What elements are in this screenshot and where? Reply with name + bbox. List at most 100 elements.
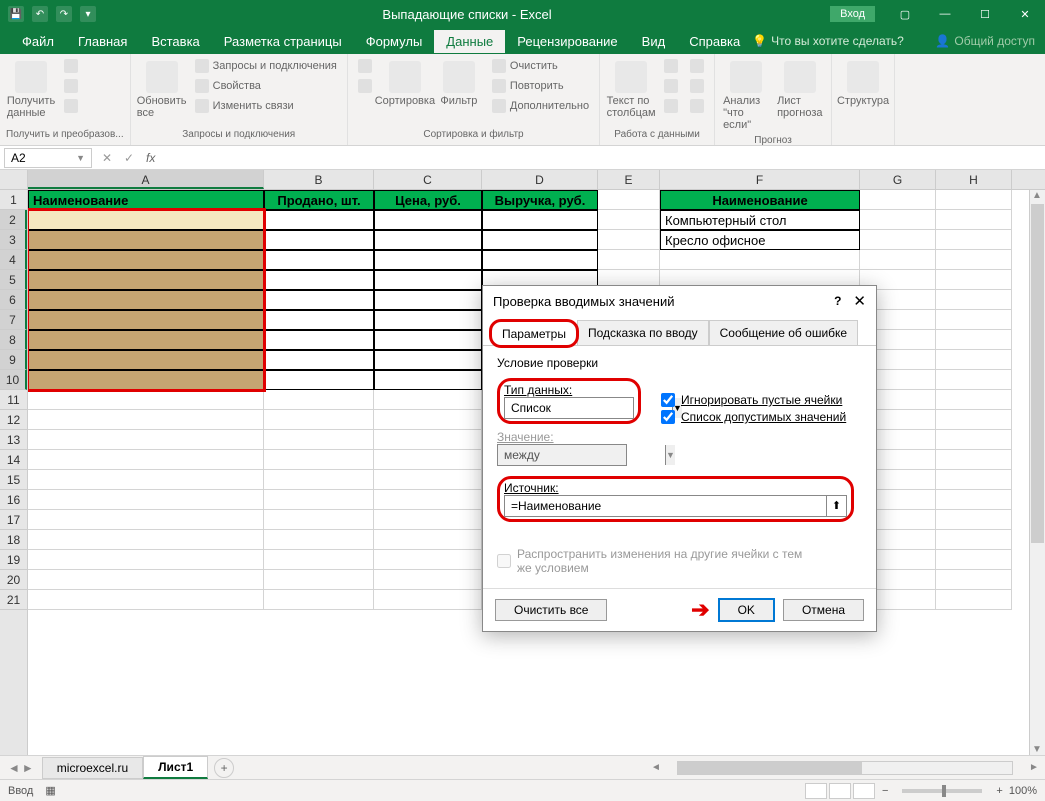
cell[interactable]: [374, 590, 482, 610]
tab-help[interactable]: Справка: [677, 30, 752, 53]
cell[interactable]: [28, 590, 264, 610]
cancel-formula-icon[interactable]: ✕: [96, 151, 118, 165]
cell[interactable]: [936, 290, 1012, 310]
cell[interactable]: [936, 350, 1012, 370]
row-header[interactable]: 16: [0, 490, 27, 510]
sort-za-button[interactable]: [354, 77, 376, 95]
from-text-button[interactable]: [60, 57, 82, 75]
cell[interactable]: Продано, шт.: [264, 190, 374, 210]
cell[interactable]: [374, 250, 482, 270]
row-header[interactable]: 3: [0, 230, 27, 250]
cell[interactable]: [28, 490, 264, 510]
redo-icon[interactable]: ↷: [56, 6, 72, 22]
cell[interactable]: [264, 330, 374, 350]
cell[interactable]: [264, 310, 374, 330]
range-picker-icon[interactable]: ⬆: [826, 496, 846, 516]
cell[interactable]: [28, 210, 264, 230]
cell[interactable]: [264, 410, 374, 430]
sheet-nav-prev-icon[interactable]: ◄: [8, 761, 20, 775]
cell[interactable]: [936, 370, 1012, 390]
login-button[interactable]: Вход: [830, 6, 875, 22]
cell[interactable]: [264, 270, 374, 290]
chevron-down-icon[interactable]: ▼: [76, 153, 85, 163]
cell[interactable]: Наименование: [28, 190, 264, 210]
cell[interactable]: [28, 330, 264, 350]
cell[interactable]: [264, 470, 374, 490]
column-header[interactable]: H: [936, 170, 1012, 189]
cell[interactable]: [374, 230, 482, 250]
cell[interactable]: [264, 570, 374, 590]
scroll-right-icon[interactable]: ►: [1027, 762, 1041, 773]
scroll-up-icon[interactable]: ▲: [1030, 190, 1044, 201]
cell[interactable]: [264, 290, 374, 310]
scrollbar-thumb[interactable]: [1031, 204, 1044, 543]
cell[interactable]: [264, 450, 374, 470]
cell[interactable]: [598, 250, 660, 270]
normal-view-button[interactable]: [805, 783, 827, 799]
row-header[interactable]: 8: [0, 330, 27, 350]
row-header[interactable]: 12: [0, 410, 27, 430]
share-button[interactable]: 👤 Общий доступ: [935, 34, 1035, 48]
cell[interactable]: [28, 250, 264, 270]
cell[interactable]: [936, 270, 1012, 290]
reapply-button[interactable]: Повторить: [488, 77, 593, 95]
zoom-slider[interactable]: [902, 789, 982, 793]
cell[interactable]: [28, 370, 264, 390]
row-header[interactable]: 11: [0, 390, 27, 410]
from-web-button[interactable]: [60, 77, 82, 95]
remove-dup-button[interactable]: [660, 77, 682, 95]
cell[interactable]: [374, 310, 482, 330]
cell[interactable]: [936, 430, 1012, 450]
cell[interactable]: [482, 210, 598, 230]
cell[interactable]: [28, 230, 264, 250]
column-header[interactable]: F: [660, 170, 860, 189]
forecast-sheet-button[interactable]: Лист прогноза: [775, 57, 825, 123]
cell[interactable]: [374, 570, 482, 590]
cell[interactable]: Цена, руб.: [374, 190, 482, 210]
cell[interactable]: [374, 550, 482, 570]
tab-data[interactable]: Данные: [434, 30, 505, 53]
row-header[interactable]: 18: [0, 530, 27, 550]
cell[interactable]: [28, 570, 264, 590]
cell[interactable]: [936, 570, 1012, 590]
row-header[interactable]: 7: [0, 310, 27, 330]
row-header[interactable]: 19: [0, 550, 27, 570]
cell[interactable]: [28, 270, 264, 290]
tab-input-message[interactable]: Подсказка по вводу: [577, 320, 709, 345]
cell[interactable]: [28, 390, 264, 410]
cell[interactable]: [936, 450, 1012, 470]
refresh-all-button[interactable]: Обновить все: [137, 57, 187, 123]
relationships-button[interactable]: [686, 77, 708, 95]
cell[interactable]: [936, 250, 1012, 270]
tab-home[interactable]: Главная: [66, 30, 139, 53]
cell[interactable]: [374, 270, 482, 290]
cell[interactable]: [936, 530, 1012, 550]
cell[interactable]: [264, 210, 374, 230]
fx-icon[interactable]: fx: [140, 151, 161, 165]
cell[interactable]: [374, 350, 482, 370]
ignore-blank-checkbox[interactable]: Игнорировать пустые ячейки: [661, 393, 846, 407]
formula-input[interactable]: [161, 148, 1045, 168]
source-input[interactable]: ⬆: [504, 495, 847, 517]
cell[interactable]: [28, 430, 264, 450]
column-header[interactable]: B: [264, 170, 374, 189]
clear-filter-button[interactable]: Очистить: [488, 57, 593, 75]
cell[interactable]: [264, 590, 374, 610]
row-header[interactable]: 13: [0, 430, 27, 450]
get-data-button[interactable]: Получить данные: [6, 57, 56, 123]
cell[interactable]: [264, 510, 374, 530]
tab-parameters[interactable]: Параметры: [491, 321, 577, 346]
save-icon[interactable]: 💾: [8, 6, 24, 22]
cell[interactable]: [28, 290, 264, 310]
column-header[interactable]: A: [28, 170, 264, 189]
scrollbar-thumb[interactable]: [678, 762, 862, 774]
cell[interactable]: [598, 190, 660, 210]
cell[interactable]: [936, 190, 1012, 210]
sheet-nav-next-icon[interactable]: ►: [22, 761, 34, 775]
row-header[interactable]: 14: [0, 450, 27, 470]
maximize-icon[interactable]: ☐: [965, 0, 1005, 28]
dialog-titlebar[interactable]: Проверка вводимых значений ? ✕: [483, 286, 876, 316]
cell[interactable]: [374, 450, 482, 470]
scroll-left-icon[interactable]: ◄: [649, 762, 663, 773]
sort-az-button[interactable]: [354, 57, 376, 75]
